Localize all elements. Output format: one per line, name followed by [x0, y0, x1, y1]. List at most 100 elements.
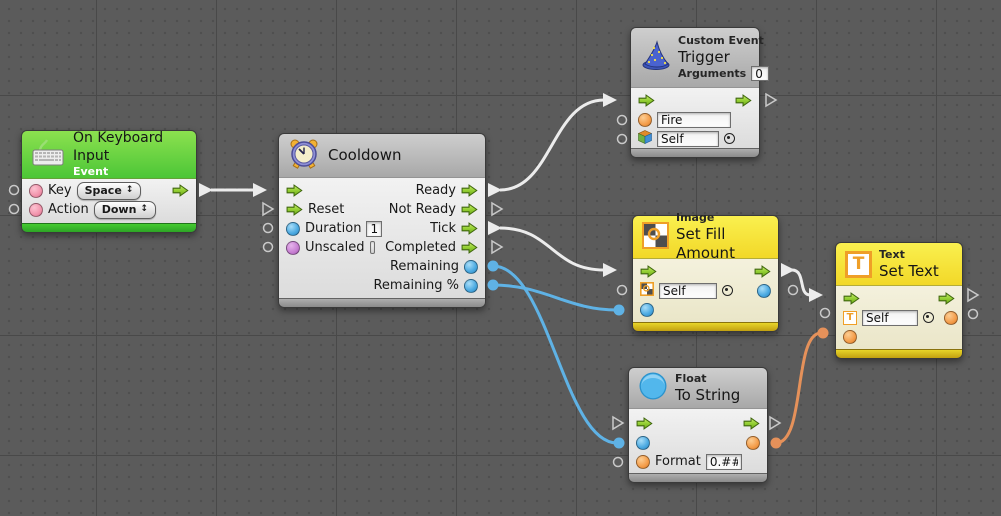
control-output-port[interactable]: [172, 184, 189, 197]
node-text-set-text[interactable]: T Text Set Text T: [835, 242, 963, 359]
port-label-remaining-pct: Remaining %: [373, 278, 459, 293]
format-input[interactable]: [706, 454, 742, 470]
node-header[interactable]: Image Set Fill Amount: [633, 216, 778, 259]
image-mini-icon[interactable]: [640, 281, 654, 300]
text-icon: T: [845, 251, 872, 278]
value-port-duration[interactable]: [286, 222, 300, 236]
event-name-input[interactable]: [657, 112, 731, 128]
float-icon: [638, 371, 668, 405]
port-label-ready: Ready: [416, 183, 456, 198]
value-port-action[interactable]: [29, 203, 43, 217]
unscaled-checkbox[interactable]: [370, 241, 376, 254]
value-input-float[interactable]: [636, 436, 650, 450]
node-kind: Text: [879, 248, 939, 262]
port-label-duration: Duration: [305, 221, 361, 236]
value-output-remaining[interactable]: [464, 260, 478, 274]
node-header[interactable]: Custom Event Trigger Arguments: [631, 28, 759, 88]
node-title: To String: [675, 386, 740, 405]
port-label-action: Action: [48, 202, 89, 217]
control-output-not-ready[interactable]: [461, 203, 478, 216]
node-subtitle: Event: [73, 165, 187, 179]
node-kind: Image: [676, 211, 769, 225]
node-title: Trigger: [678, 48, 769, 67]
node-header[interactable]: Cooldown: [279, 134, 485, 178]
gameobject-cube-icon[interactable]: [638, 129, 652, 148]
arguments-input[interactable]: [751, 66, 769, 81]
value-output-string[interactable]: [746, 436, 760, 450]
wire-tick-to-image: [488, 221, 617, 277]
target-self-input[interactable]: [659, 283, 717, 299]
value-input-format[interactable]: [636, 455, 650, 469]
node-header[interactable]: T Text Set Text: [836, 243, 962, 286]
node-footer: [633, 322, 778, 331]
node-footer: [836, 349, 962, 358]
node-footer: [631, 148, 759, 157]
control-output-port[interactable]: [754, 265, 771, 278]
image-icon: [642, 222, 669, 253]
node-title: On Keyboard Input: [73, 130, 187, 165]
control-output-ready[interactable]: [461, 184, 478, 197]
wire-remaining-pct-to-image: [488, 280, 625, 316]
node-footer: [279, 298, 485, 307]
wire-float-to-text: [771, 328, 829, 449]
node-custom-event-trigger[interactable]: Custom Event Trigger Arguments: [630, 27, 760, 158]
object-picker-icon[interactable]: [724, 133, 735, 144]
node-float-to-string[interactable]: Float To String Format: [628, 367, 768, 483]
wire-image-to-text: [781, 263, 823, 302]
port-label-unscaled: Unscaled: [305, 240, 365, 255]
wire-remaining-to-float: [488, 261, 625, 449]
wire-ready-to-custom-event: [488, 93, 617, 197]
control-input-port[interactable]: [640, 265, 657, 278]
value-input-text[interactable]: [843, 330, 857, 344]
duration-input[interactable]: [366, 221, 382, 237]
control-output-completed[interactable]: [461, 241, 478, 254]
port-label-completed: Completed: [385, 240, 456, 255]
control-input-port[interactable]: [843, 292, 860, 305]
dropdown-arrows-icon: ↕: [126, 185, 134, 195]
object-picker-icon[interactable]: [722, 285, 733, 296]
node-kind: Float: [675, 372, 740, 386]
value-port-name[interactable]: [638, 113, 652, 127]
node-title: Set Text: [879, 262, 939, 281]
port-label-key: Key: [48, 183, 72, 198]
port-label-format: Format: [655, 454, 701, 469]
target-self-input[interactable]: [657, 131, 719, 147]
text-mini-icon[interactable]: T: [843, 311, 857, 325]
node-header[interactable]: On Keyboard Input Event: [22, 131, 196, 179]
control-input-port[interactable]: [638, 94, 655, 107]
node-title: Cooldown: [328, 146, 401, 165]
control-input-port[interactable]: [286, 184, 303, 197]
control-output-tick[interactable]: [461, 222, 478, 235]
node-on-keyboard-input[interactable]: On Keyboard Input Event Key Space↕ Actio…: [21, 130, 197, 233]
target-self-input[interactable]: [862, 310, 918, 326]
value-port-unscaled[interactable]: [286, 241, 300, 255]
node-kind: Custom Event: [678, 34, 769, 48]
control-output-port[interactable]: [938, 292, 955, 305]
node-footer: [629, 473, 767, 482]
control-input-reset[interactable]: [286, 203, 303, 216]
key-dropdown[interactable]: Space↕: [77, 182, 142, 200]
port-label-not-ready: Not Ready: [389, 202, 456, 217]
control-output-port[interactable]: [735, 94, 752, 107]
node-image-set-fill-amount[interactable]: Image Set Fill Amount: [632, 215, 779, 332]
port-label-tick: Tick: [430, 221, 456, 236]
value-input-fill-amount[interactable]: [640, 303, 654, 317]
control-output-port[interactable]: [743, 417, 760, 430]
port-label-reset: Reset: [308, 202, 344, 217]
value-output-port[interactable]: [944, 311, 958, 325]
arguments-label: Arguments: [678, 67, 746, 81]
value-output-remaining-pct[interactable]: [464, 279, 478, 293]
node-footer: [22, 223, 196, 232]
keyboard-icon: [31, 138, 65, 172]
wire-keyboard-to-cooldown: [199, 183, 267, 197]
alarm-clock-icon: [288, 138, 320, 174]
port-label-remaining: Remaining: [390, 259, 459, 274]
control-input-port[interactable]: [636, 417, 653, 430]
value-port-key[interactable]: [29, 184, 43, 198]
node-header[interactable]: Float To String: [629, 368, 767, 409]
value-output-port[interactable]: [757, 284, 771, 298]
object-picker-icon[interactable]: [923, 312, 934, 323]
action-dropdown[interactable]: Down↕: [94, 201, 156, 219]
node-cooldown[interactable]: Cooldown Ready Reset Not Ready Duration …: [278, 133, 486, 308]
wizard-hat-icon: [640, 39, 672, 77]
